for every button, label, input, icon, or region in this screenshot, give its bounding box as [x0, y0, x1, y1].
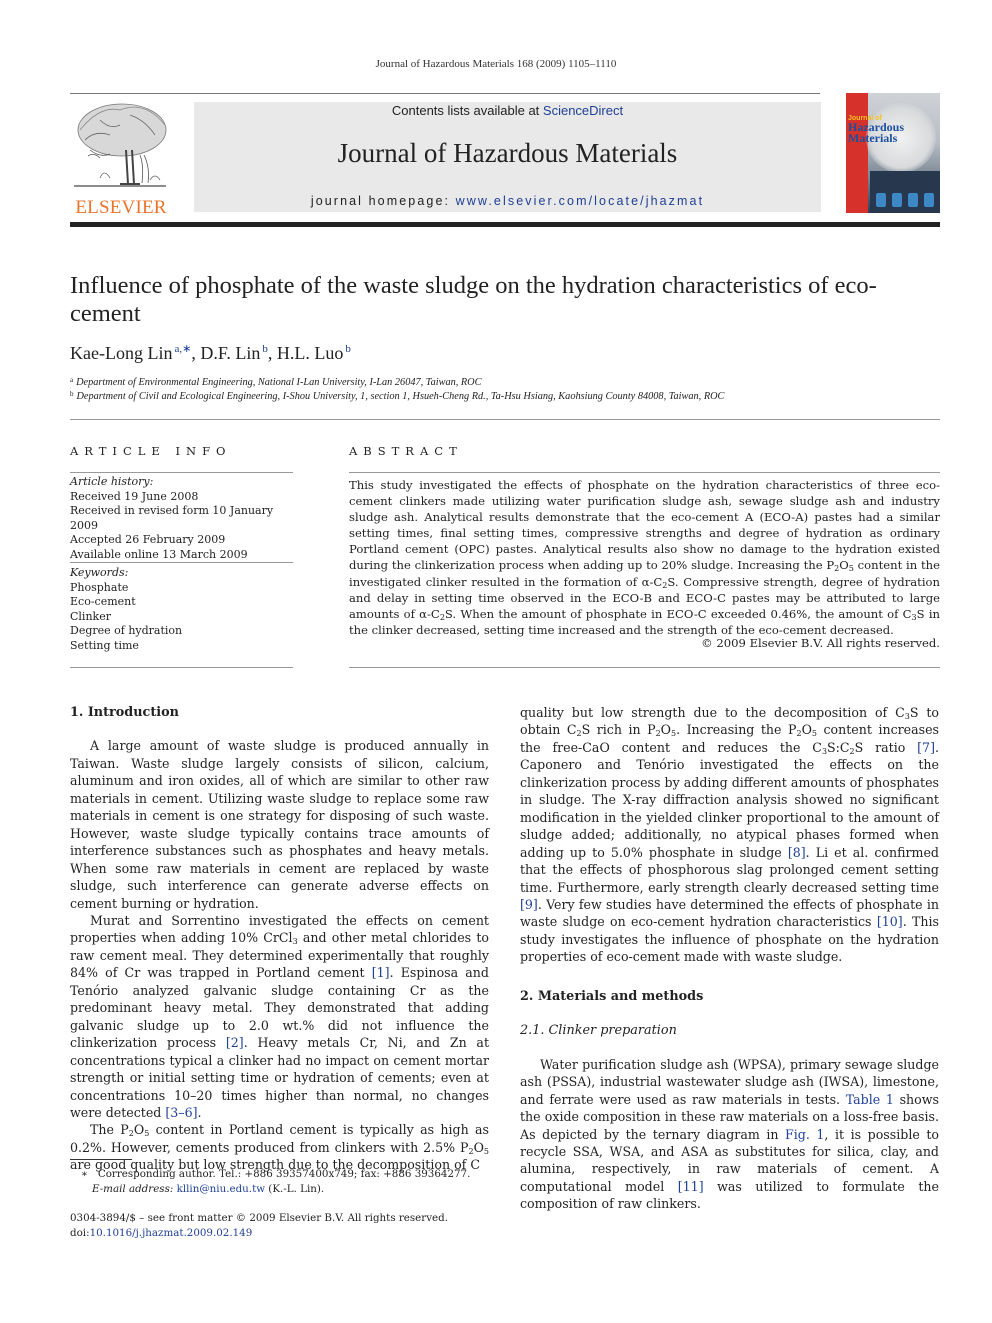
doi-label: doi:	[70, 1226, 90, 1239]
abstract-heading: ABSTRACT	[349, 444, 463, 458]
keyword-item: Phosphate	[70, 580, 129, 594]
email-label: E-mail address:	[92, 1182, 177, 1195]
article-title: Influence of phosphate of the waste slud…	[70, 272, 877, 327]
author-name: H.L. Luo	[276, 343, 344, 363]
article-history: Article history: Received 19 June 2008 R…	[70, 475, 293, 562]
history-item: Available online 13 March 2009	[70, 547, 248, 561]
divider	[70, 419, 940, 420]
journal-homepage: journal homepage: www.elsevier.com/locat…	[194, 194, 821, 208]
contents-line: Contents lists available at ScienceDirec…	[194, 103, 821, 118]
abstract-text: This study investigated the effects of p…	[349, 478, 941, 637]
keywords-label: Keywords:	[70, 566, 129, 579]
affiliation-mark: a	[70, 376, 74, 384]
corresponding-author-note: ∗ Corresponding author. Tel.: +886 39357…	[70, 1167, 470, 1196]
elsevier-logo[interactable]: ELSEVIER	[70, 100, 172, 218]
citation-link[interactable]: [7]	[917, 740, 935, 755]
body-column-left: 1. Introduction A large amount of waste …	[70, 704, 489, 1174]
paragraph: A large amount of waste sludge is produc…	[70, 738, 489, 911]
keyword-item: Clinker	[70, 609, 111, 623]
citation-link[interactable]: [9]	[520, 897, 538, 912]
subsection-heading-clinker-preparation: 2.1. Clinker preparation	[520, 1023, 677, 1039]
cover-red-band	[846, 93, 868, 213]
doi-link[interactable]: 10.1016/j.jhazmat.2009.02.149	[90, 1227, 253, 1239]
citation-link[interactable]: [3–6]	[165, 1105, 197, 1120]
front-matter-note: 0304-3894/$ – see front matter © 2009 El…	[70, 1211, 448, 1240]
table-link[interactable]: Table 1	[846, 1092, 894, 1107]
cover-title-line2: Materials	[848, 131, 898, 145]
author-list: Kae-Long Lin a,∗, D.F. Lin b, H.L. Luo b	[70, 342, 351, 364]
affiliation-b: b Department of Civil and Ecological Engi…	[70, 390, 724, 402]
citation-link[interactable]: [1]	[372, 965, 390, 980]
journal-title: Journal of Hazardous Materials	[337, 138, 678, 168]
paragraph: Murat and Sorrentino investigated the ef…	[70, 912, 489, 1120]
divider	[70, 667, 293, 668]
cover-title: Hazardous Materials	[848, 121, 904, 145]
paragraph-continued: quality but low strength due to the deco…	[520, 705, 939, 965]
journal-banner: Contents lists available at ScienceDirec…	[194, 102, 821, 212]
author-name: Kae-Long Lin	[70, 343, 173, 363]
citation-link[interactable]: [2]	[226, 1035, 244, 1050]
contents-prefix: Contents lists available at	[391, 103, 543, 118]
issn-line: 0304-3894/$ – see front matter © 2009 El…	[70, 1212, 448, 1224]
author-separator: ,	[267, 343, 277, 363]
section-heading-materials-methods: 2. Materials and methods	[520, 988, 704, 1004]
figure-link[interactable]: Fig. 1	[785, 1127, 824, 1142]
author-separator: ,	[191, 343, 201, 363]
divider	[70, 472, 293, 473]
affiliation-text: Department of Environmental Engineering,…	[76, 377, 482, 388]
homepage-label: journal homepage:	[310, 194, 456, 208]
paragraph: Water purification sludge ash (WPSA), pr…	[520, 1056, 939, 1212]
sciencedirect-link[interactable]: ScienceDirect	[543, 103, 623, 118]
citation-link[interactable]: [11]	[678, 1179, 704, 1194]
footnote-rule	[70, 1159, 132, 1160]
footnote-mark: ∗	[81, 1168, 88, 1180]
running-head: Journal of Hazardous Materials 168 (2009…	[375, 58, 617, 70]
history-item: Accepted 26 February 2009	[70, 533, 226, 546]
elsevier-tree-icon	[74, 103, 167, 187]
header-thick-rule	[70, 222, 940, 227]
citation-link[interactable]: [8]	[788, 845, 806, 860]
body-column-right: quality but low strength due to the deco…	[520, 704, 939, 1213]
corresponding-text: Corresponding author. Tel.: +886 3935740…	[97, 1168, 471, 1180]
cover-plant	[870, 171, 940, 213]
divider	[70, 562, 293, 563]
abstract-copyright: © 2009 Elsevier B.V. All rights reserved…	[701, 636, 940, 650]
citation-link[interactable]: [10]	[877, 914, 903, 929]
keyword-item: Setting time	[70, 638, 139, 652]
affiliation-mark: b	[70, 390, 74, 398]
email-link[interactable]: kllin@niu.edu.tw	[177, 1183, 265, 1195]
author-affiliation-link[interactable]: a,∗	[174, 343, 191, 355]
article-info-heading: ARTICLE INFO	[70, 444, 232, 458]
section-heading-introduction: 1. Introduction	[70, 705, 179, 720]
journal-cover-image[interactable]: Journal of Hazardous Materials	[846, 93, 940, 213]
divider	[349, 472, 940, 473]
affiliation-text: Department of Civil and Ecological Engin…	[76, 391, 725, 402]
affiliation-a: a Department of Environmental Engineering…	[70, 376, 481, 388]
keyword-item: Eco-cement	[70, 595, 136, 608]
header-rule	[70, 93, 820, 94]
history-item: Received 19 June 2008	[70, 489, 199, 503]
homepage-link[interactable]: www.elsevier.com/locate/jhazmat	[456, 194, 705, 208]
keywords: Keywords: Phosphate Eco-cement Clinker D…	[70, 566, 293, 653]
author-affiliation-link[interactable]: b	[345, 343, 351, 355]
elsevier-wordmark: ELSEVIER	[75, 197, 167, 218]
keyword-item: Degree of hydration	[70, 624, 183, 637]
divider	[349, 667, 940, 668]
author-name: D.F. Lin	[200, 343, 261, 363]
email-suffix: (K.-L. Lin).	[265, 1182, 325, 1195]
paragraph: The P2O5 content in Portland cement is t…	[70, 1122, 489, 1173]
article-history-label: Article history:	[70, 475, 154, 488]
history-item: Received in revised form 10 January 2009	[70, 504, 274, 532]
